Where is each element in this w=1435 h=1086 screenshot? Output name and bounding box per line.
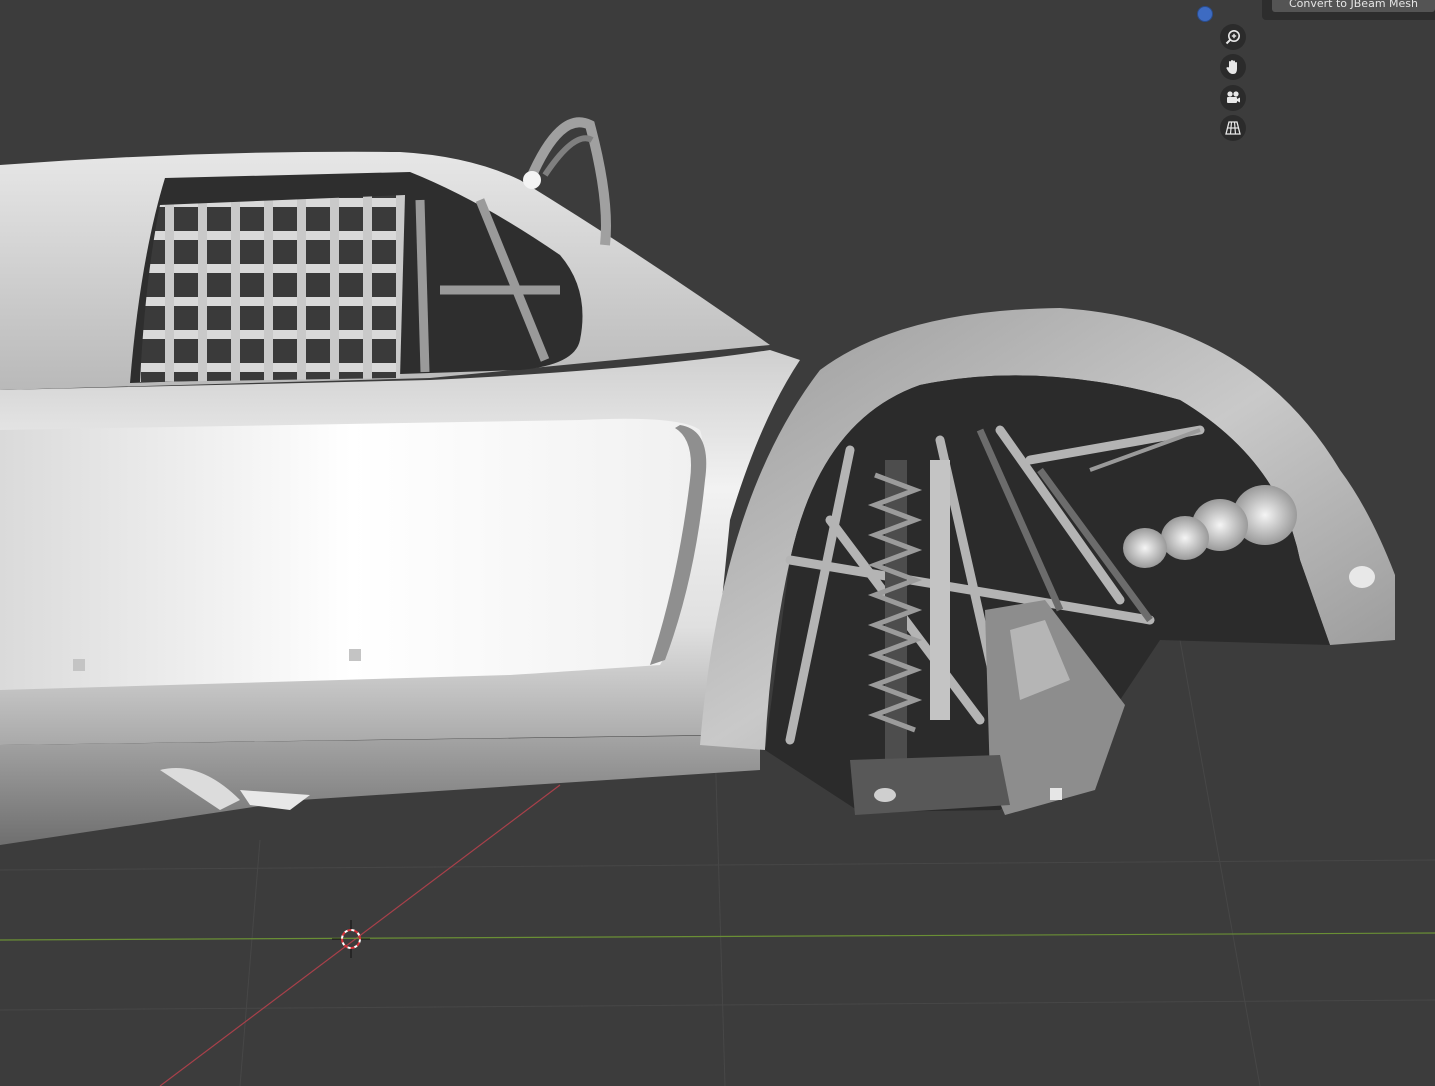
camera-icon — [1224, 89, 1242, 107]
3d-viewport[interactable]: Convert to JBeam Mesh — [0, 0, 1435, 1086]
hand-icon — [1224, 58, 1242, 76]
window-net — [140, 195, 405, 382]
y-axis-line — [0, 932, 1435, 941]
rocker-panel — [0, 735, 760, 845]
grid-icon — [1224, 119, 1242, 137]
perspective-toggle-button[interactable] — [1220, 115, 1246, 141]
zoom-button[interactable] — [1220, 24, 1246, 50]
zoom-icon — [1224, 28, 1242, 46]
convert-to-jbeam-mesh-button[interactable]: Convert to JBeam Mesh — [1272, 0, 1435, 12]
camera-view-button[interactable] — [1220, 85, 1246, 111]
navigation-gizmo-axis[interactable] — [1197, 6, 1213, 22]
viewport-scene[interactable] — [0, 0, 1435, 1086]
pan-button[interactable] — [1220, 54, 1246, 80]
